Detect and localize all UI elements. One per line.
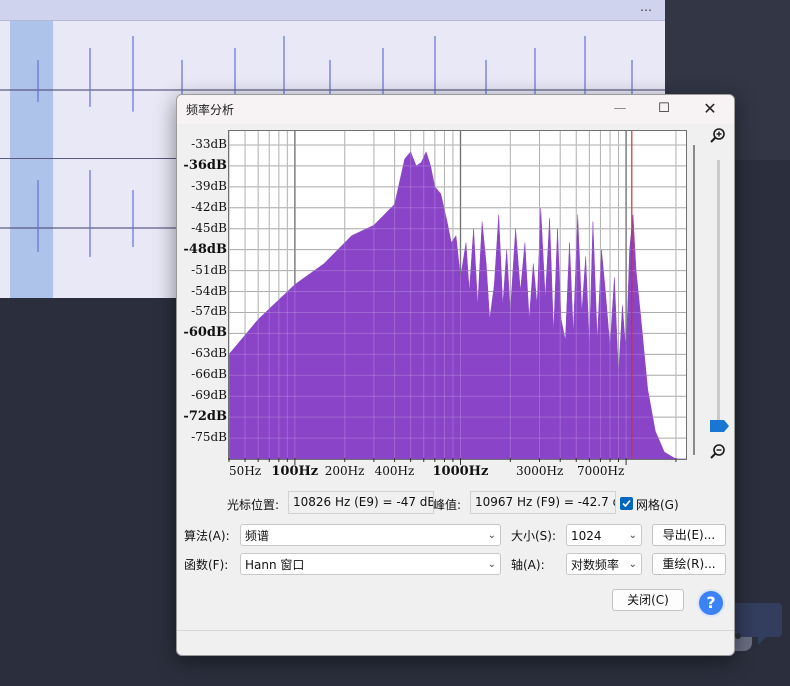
zoom-out-icon[interactable] — [709, 443, 727, 461]
chevron-down-icon: ⌄ — [487, 530, 496, 541]
y-tick-label: -66dB — [191, 367, 227, 382]
minimize-button[interactable]: — — [602, 98, 638, 120]
y-tick-label: -54dB — [191, 283, 227, 298]
track-menu-icon[interactable]: ⋯ — [640, 3, 652, 17]
y-tick-label: -72dB — [183, 409, 227, 425]
y-tick-label: -42dB — [191, 199, 227, 214]
vertical-scrollbar[interactable] — [693, 145, 695, 455]
axis-select[interactable]: 对数频率 ⌄ — [566, 553, 642, 575]
grid-label[interactable]: 网格(G) — [636, 496, 679, 513]
maximize-button[interactable]: ☐ — [646, 98, 682, 120]
zoom-slider-handle[interactable] — [710, 420, 730, 432]
help-button[interactable]: ? — [697, 589, 725, 617]
y-tick-label: -63dB — [191, 346, 227, 361]
y-tick-label: -33dB — [191, 136, 227, 151]
function-label: 函数(F): — [184, 558, 229, 572]
zoom-in-icon[interactable] — [709, 127, 727, 145]
x-tick-label: 3000Hz — [516, 464, 564, 478]
x-tick-label: 50Hz — [229, 464, 262, 478]
peak-label: 峰值: — [433, 498, 462, 512]
zoom-slider-track[interactable] — [717, 160, 720, 420]
y-tick-label: -36dB — [183, 157, 227, 173]
chevron-down-icon: ⌄ — [628, 559, 637, 570]
cursor-position-field: 10826 Hz (E9) = -47 dB — [288, 491, 434, 514]
cursor-position-label: 光标位置: — [227, 498, 280, 512]
y-tick-label: -51dB — [191, 262, 227, 277]
x-tick-label: 7000Hz — [576, 464, 625, 478]
frequency-analysis-dialog: 频率分析 — ☐ ✕ -33dB -36dB -39dB -42dB -45dB -48d… — [176, 94, 735, 656]
grid-checkbox[interactable] — [620, 497, 633, 510]
algorithm-value: 频谱 — [245, 529, 270, 543]
x-tick-label: 400Hz — [374, 464, 415, 478]
y-tick-label: -45dB — [191, 220, 227, 235]
spectrum-area — [228, 151, 686, 460]
chevron-down-icon: ⌄ — [487, 559, 496, 570]
spectrum-plot[interactable] — [228, 130, 687, 460]
axis-label: 轴(A): — [511, 558, 545, 572]
dialog-titlebar[interactable]: 频率分析 — ☐ ✕ — [177, 95, 734, 124]
size-label: 大小(S): — [511, 529, 557, 543]
export-button[interactable]: 导出(E)... — [652, 524, 726, 546]
algorithm-select[interactable]: 频谱 ⌄ — [240, 524, 501, 546]
y-tick-label: -57dB — [191, 304, 227, 319]
x-tick-label: 100Hz — [271, 464, 319, 479]
close-button[interactable]: 关闭(C) — [612, 589, 684, 611]
peak-field: 10967 Hz (F9) = -42.7 d — [470, 491, 616, 514]
size-value: 1024 — [571, 529, 602, 543]
algorithm-label: 算法(A): — [184, 529, 230, 543]
x-tick-label: 200Hz — [324, 464, 365, 478]
function-select[interactable]: Hann 窗口 ⌄ — [240, 553, 501, 575]
y-tick-label: -39dB — [191, 178, 227, 193]
chevron-down-icon: ⌄ — [628, 530, 637, 541]
y-tick-label: -60dB — [183, 325, 227, 341]
size-select[interactable]: 1024 ⌄ — [566, 524, 642, 546]
close-window-button[interactable]: ✕ — [692, 98, 728, 120]
y-tick-label: -48dB — [183, 241, 227, 257]
dialog-title: 频率分析 — [186, 103, 235, 117]
y-tick-label: -75dB — [191, 430, 227, 445]
y-tick-label: -69dB — [191, 388, 227, 403]
function-value: Hann 窗口 — [245, 558, 305, 572]
x-tick-label: 1000Hz — [432, 464, 489, 479]
track-header-bar — [0, 0, 665, 21]
spectrum-chart — [228, 131, 686, 460]
axis-value: 对数频率 — [571, 558, 620, 572]
replot-button[interactable]: 重绘(R)... — [652, 553, 726, 575]
dialog-footer-divider — [177, 630, 734, 631]
